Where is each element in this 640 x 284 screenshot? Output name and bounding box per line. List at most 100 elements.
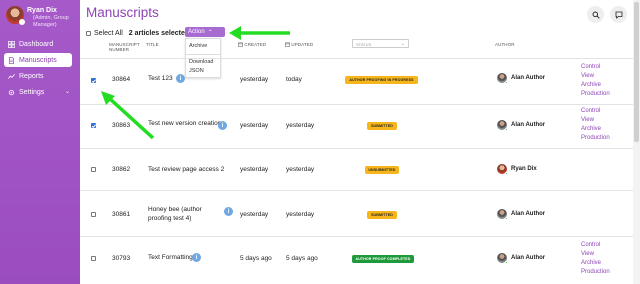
select-all-label[interactable]: Select All [94,30,123,37]
header-manuscript-number[interactable]: MANUSCRIPT NUMBER [109,42,140,52]
action-button[interactable]: Action ⌃ [185,27,225,37]
table-row[interactable]: 30864 Test 123 i yesterday today AUTHOR … [80,58,633,104]
row-checkbox[interactable] [91,78,96,83]
view-link[interactable]: View [581,250,610,259]
updated-date: today [286,76,302,83]
created-date: yesterday [240,76,269,83]
sidebar-item-manuscripts[interactable]: Manuscripts [4,53,72,67]
control-link[interactable]: Control [581,107,610,116]
manuscript-title[interactable]: Text Formatting [148,254,193,261]
chat-button[interactable] [610,6,627,23]
table-row[interactable]: 30793 Text Formatting i 5 days ago 5 day… [80,236,633,284]
table-row[interactable]: 30863 Test new version creation i yester… [80,104,633,148]
chat-icon [615,11,622,19]
manuscript-title[interactable]: Test new version creation [148,120,221,127]
dashboard-icon [8,40,15,48]
action-label: Action [188,29,205,35]
author-name: Ryan Dix [511,166,537,172]
created-date: yesterday [240,166,269,173]
archive-link[interactable]: Archive [581,81,610,90]
manuscript-number: 30862 [112,166,131,173]
manuscript-number: 30864 [112,76,131,83]
search-icon [592,11,600,19]
updated-date: 5 days ago [286,255,318,262]
sidebar-item-dashboard[interactable]: Dashboard [4,37,72,51]
author-avatar [497,253,508,264]
calendar-icon [285,42,290,47]
header-created[interactable]: CREATED [238,42,266,47]
user-profile[interactable]: Ryan Dix (Admin, Group Manager) [6,6,78,32]
created-date: yesterday [240,122,269,129]
main-content: Manuscripts Select All 2 articles select… [80,0,640,284]
control-link[interactable]: Control [581,63,610,72]
chart-line-icon [8,73,15,79]
info-icon[interactable]: i [176,74,185,83]
author-avatar [497,73,508,84]
header-updated-label: UPDATED [291,42,314,47]
header-author[interactable]: AUTHOR [495,42,515,47]
manuscript-title[interactable]: Test 123 [148,75,173,82]
production-link[interactable]: Production [581,90,610,99]
sidebar-item-label: Settings [19,88,45,96]
status-badge: SUBMITTED [367,211,397,219]
view-link[interactable]: View [581,72,610,81]
search-button[interactable] [587,6,604,23]
row-checkbox[interactable] [91,167,96,172]
author-avatar [497,120,508,131]
production-link[interactable]: Production [581,134,610,143]
manuscript-number: 30793 [112,255,131,262]
menu-divider [186,54,220,55]
row-checkbox[interactable] [91,256,96,261]
manuscript-title[interactable]: Honey bee (author proofing test 4) [148,206,220,223]
info-icon[interactable]: i [224,207,233,216]
author-name: Alan Author [511,122,546,128]
header-created-label: CREATED [244,42,267,47]
chevron-down-icon[interactable]: ⌄ [65,88,70,95]
menu-item-archive[interactable]: Archive [189,43,207,49]
selected-count: 2 articles selected [128,29,190,37]
row-actions: Control View Archive Production [581,63,610,99]
archive-link[interactable]: Archive [581,259,610,268]
updated-date: yesterday [286,211,315,218]
status-badge: AUTHOR PROOF COMPLETED [352,255,414,263]
control-link[interactable]: Control [581,241,610,250]
chevron-up-icon: ⌃ [207,29,213,36]
table-row[interactable]: 30861 Honey bee (author proofing test 4)… [80,190,633,236]
status-filter-select[interactable]: ⌄ STATUS [352,39,409,48]
archive-link[interactable]: Archive [581,125,610,134]
manuscript-title[interactable]: Test review page access 2 [148,166,224,173]
updated-date: yesterday [286,166,315,173]
page-title: Manuscripts [86,5,159,20]
status-badge: AUTHOR PROOFING IN PROGRESS [345,76,418,84]
row-checkbox[interactable] [91,123,96,128]
author-avatar [497,164,508,175]
author-avatar [497,209,508,220]
author-name: Alan Author [511,255,546,261]
user-avatar [6,6,25,25]
sidebar-item-reports[interactable]: Reports [4,69,72,83]
production-link[interactable]: Production [581,268,610,277]
table-row[interactable]: 30862 Test review page access 2 yesterda… [80,148,633,190]
created-date: 5 days ago [240,255,272,262]
status-filter-label: STATUS [356,42,372,47]
sidebar-item-label: Dashboard [19,40,54,48]
calendar-icon [238,42,243,47]
sidebar-item-label: Manuscripts [19,56,57,64]
sidebar-item-settings[interactable]: Settings ⌄ [4,85,72,99]
select-all-checkbox[interactable] [86,30,91,36]
user-role: (Admin, Group Manager) [33,15,69,28]
row-actions: Control View Archive Production [581,107,610,143]
bulk-toolbar: Select All 2 articles selected [86,28,189,38]
document-icon [8,56,15,64]
row-checkbox[interactable] [91,212,96,217]
info-icon[interactable]: i [192,253,201,262]
scrollbar[interactable] [633,0,640,284]
header-updated[interactable]: UPDATED [285,42,313,47]
info-icon[interactable]: i [218,121,227,130]
view-link[interactable]: View [581,116,610,125]
manuscript-number: 30861 [112,211,131,218]
header-title[interactable]: TITLE [146,42,159,47]
created-date: yesterday [240,211,269,218]
scrollbar-thumb[interactable] [634,2,639,142]
manuscript-number: 30863 [112,122,131,129]
